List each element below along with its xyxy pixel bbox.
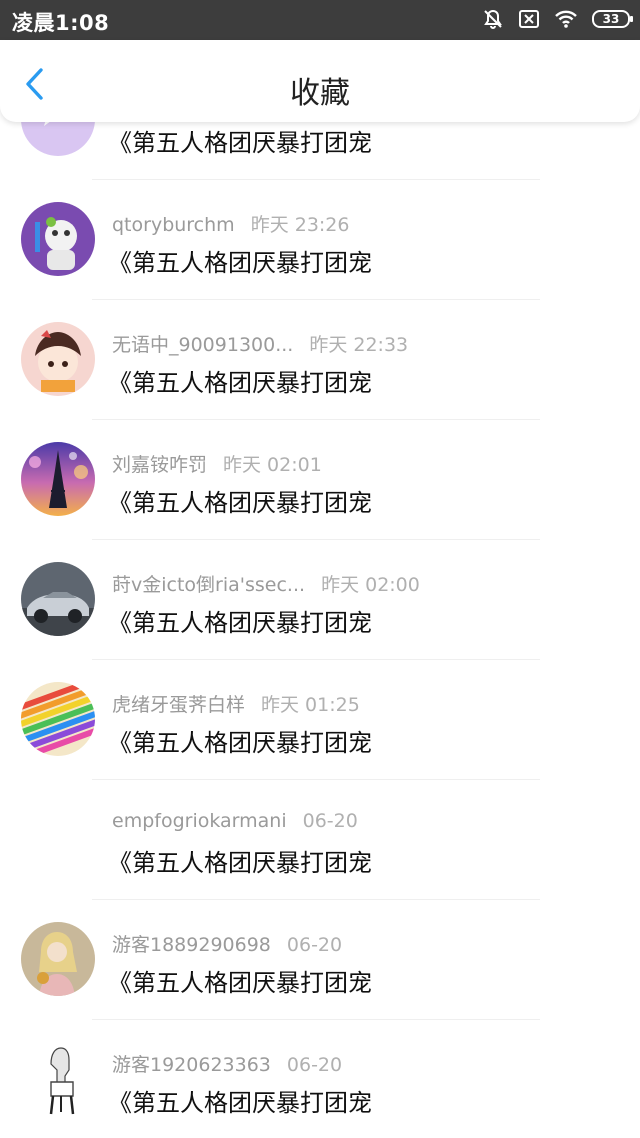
item-meta: 刘嘉铵咋罚 昨天 02:01 <box>112 450 322 477</box>
username: 无语中_90091300... <box>112 334 294 356</box>
favorites-list: 《第五人格团厌暴打团宠 qtoryburchm 昨天 23:26 《第五人格团厌暴 <box>0 122 640 1138</box>
item-title: 《第五人格团厌暴打团宠 <box>108 249 372 277</box>
sim-off-icon <box>518 9 540 29</box>
list-item[interactable]: 《第五人格团厌暴打团宠 <box>0 122 640 180</box>
timestamp: 06-20 <box>286 934 343 956</box>
username: 游客1889290698 <box>112 934 271 956</box>
item-title: 《第五人格团厌暴打团宠 <box>108 1089 372 1117</box>
item-title: 《第五人格团厌暴打团宠 <box>108 129 372 157</box>
item-meta: 游客1889290698 06-20 <box>112 930 342 957</box>
list-item[interactable]: 刘嘉铵咋罚 昨天 02:01 《第五人格团厌暴打团宠 <box>0 420 640 540</box>
battery-icon: 33 <box>592 10 633 28</box>
item-title: 《第五人格团厌暴打团宠 <box>108 729 372 757</box>
list-item[interactable]: 游客1920623363 06-20 《第五人格团厌暴打团宠 <box>0 1020 640 1138</box>
item-meta: 虎绪牙蛋荠白样 昨天 01:25 <box>112 690 360 717</box>
mute-bell-icon <box>482 8 504 30</box>
item-meta: 游客1920623363 06-20 <box>112 1050 342 1077</box>
battery-level: 33 <box>602 12 620 26</box>
item-title: 《第五人格团厌暴打团宠 <box>108 369 372 397</box>
item-title: 《第五人格团厌暴打团宠 <box>108 609 372 637</box>
list-item[interactable]: qtoryburchm 昨天 23:26 《第五人格团厌暴打团宠 <box>0 180 640 300</box>
timestamp: 昨天 23:26 <box>250 214 350 236</box>
wifi-icon <box>554 9 578 29</box>
timestamp: 昨天 01:25 <box>261 694 360 716</box>
item-title: 《第五人格团厌暴打团宠 <box>108 969 372 997</box>
timestamp: 06-20 <box>302 810 358 832</box>
item-title: 《第五人格团厌暴打团宠 <box>108 849 372 877</box>
timestamp: 昨天 02:01 <box>223 454 322 476</box>
page-title: 收藏 <box>290 76 350 111</box>
username: 虎绪牙蛋荠白样 <box>112 694 246 716</box>
avatar <box>21 442 95 516</box>
list-item[interactable]: 无语中_90091300... 昨天 22:33 《第五人格团厌暴打团宠 <box>0 300 640 420</box>
item-title: 《第五人格团厌暴打团宠 <box>108 489 372 517</box>
status-time: 凌晨1:08 <box>12 11 110 35</box>
timestamp: 06-20 <box>286 1054 343 1076</box>
item-meta: empfogriokarmani 06-20 <box>112 810 358 832</box>
username: 莳v金icto倒ria'ssec... <box>112 574 306 596</box>
avatar <box>21 1042 95 1116</box>
status-icons: 33 <box>482 8 633 30</box>
timestamp: 昨天 22:33 <box>309 334 409 356</box>
username: qtoryburchm <box>112 214 235 236</box>
avatar <box>21 202 95 276</box>
timestamp: 昨天 02:00 <box>321 574 420 596</box>
avatar <box>21 322 95 396</box>
username: empfogriokarmani <box>112 810 287 832</box>
list-item[interactable]: 游客1889290698 06-20 《第五人格团厌暴打团宠 <box>0 900 640 1020</box>
username: 游客1920623363 <box>112 1054 271 1076</box>
item-meta: 莳v金icto倒ria'ssec... 昨天 02:00 <box>112 570 420 597</box>
avatar <box>21 562 95 636</box>
item-meta: 无语中_90091300... 昨天 22:33 <box>112 330 408 357</box>
item-meta: qtoryburchm 昨天 23:26 <box>112 210 349 237</box>
list-item[interactable]: empfogriokarmani 06-20 《第五人格团厌暴打团宠 <box>0 780 640 900</box>
avatar <box>21 122 95 156</box>
avatar <box>21 682 95 756</box>
list-item[interactable]: 莳v金icto倒ria'ssec... 昨天 02:00 《第五人格团厌暴打团宠 <box>0 540 640 660</box>
list-item[interactable]: 虎绪牙蛋荠白样 昨天 01:25 《第五人格团厌暴打团宠 <box>0 660 640 780</box>
username: 刘嘉铵咋罚 <box>112 454 208 476</box>
header: 收藏 <box>0 40 640 122</box>
status-bar: 凌晨1:08 33 <box>0 0 640 40</box>
avatar <box>21 922 95 996</box>
